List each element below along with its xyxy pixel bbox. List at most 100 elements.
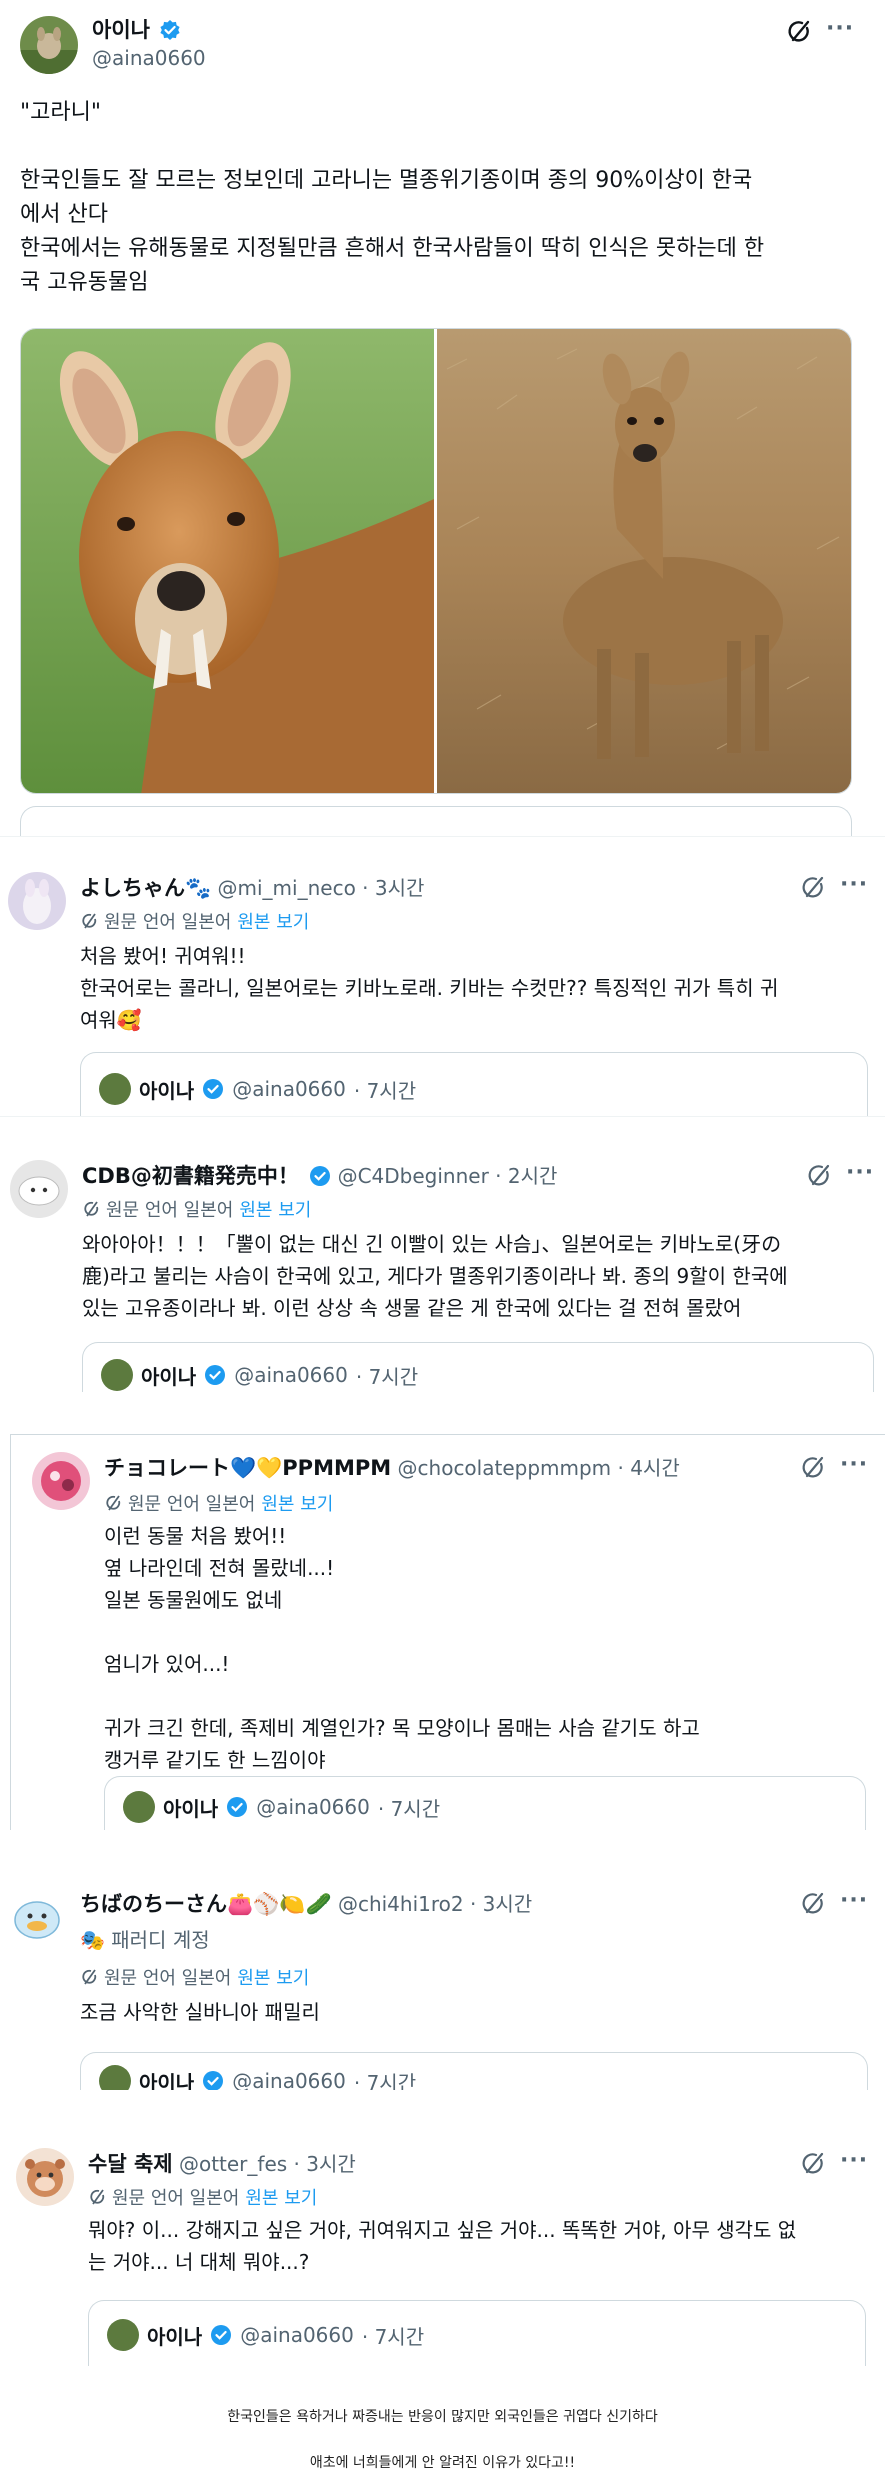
avatar[interactable] — [20, 16, 78, 74]
quoted-timestamp: · 7시간 — [353, 1078, 417, 1103]
quoted-timestamp: · 7시간 — [361, 2324, 425, 2349]
quoted-author-handle: @aina0660 — [232, 2069, 346, 2090]
reply-timestamp[interactable]: · 3시간 — [294, 2152, 356, 2176]
avatar — [99, 1073, 131, 1105]
verified-badge-icon — [227, 1797, 248, 1817]
reply-author-handle[interactable]: @mi_mi_neco — [218, 876, 356, 900]
translation-notice: 원문 언어 일본어 원본 보기 — [80, 908, 309, 934]
reply-author-name[interactable]: よしちゃん🐾 — [80, 876, 211, 900]
author-name-row: 아이나 — [92, 14, 181, 44]
reply-author-name[interactable]: ちばのちーさん👛⚾🍋🥒 — [80, 1892, 332, 1916]
avatar — [101, 1359, 133, 1391]
reply-author-handle[interactable]: @C4Dbeginner — [338, 1164, 489, 1188]
grok-icon[interactable] — [800, 874, 826, 900]
quoted-author-name: 아이나 — [139, 1078, 195, 1103]
quoted-author-handle: @aina0660 — [256, 1795, 370, 1819]
quoted-tweet[interactable]: 아이나 @aina0660 · 7시간 — [80, 1052, 868, 1116]
more-options-icon[interactable]: ··· — [840, 1452, 868, 1477]
quoted-tweet[interactable]: 아이나 @aina0660 · 7시간 — [82, 1342, 874, 1392]
reply-header: チョコレート💙💛PPMMPM @chocolateppmmpm · 4시간 — [104, 1452, 680, 1482]
show-original-link[interactable]: 원본 보기 — [237, 908, 309, 934]
verified-badge-icon — [203, 2071, 224, 2090]
verified-badge-icon — [205, 1365, 226, 1385]
avatar[interactable] — [8, 872, 66, 930]
translation-notice: 원문 언어 일본어 원본 보기 — [80, 1964, 309, 1990]
author-name[interactable]: 아이나 — [92, 18, 150, 42]
reply-text: 조금 사악한 실바니아 패밀리 — [80, 2000, 320, 2024]
avatar — [123, 1791, 155, 1823]
show-original-link[interactable]: 원본 보기 — [245, 2184, 317, 2210]
avatar — [99, 2065, 131, 2090]
translation-label: 원문 언어 일본어 — [112, 2188, 240, 2209]
translate-icon — [82, 1969, 97, 1985]
quoted-author-handle: @aina0660 — [232, 1077, 346, 1101]
translate-icon — [84, 1201, 99, 1217]
grok-icon[interactable] — [800, 2150, 826, 2176]
translation-notice: 원문 언어 일본어 원본 보기 — [88, 2184, 317, 2210]
translation-label: 원문 언어 일본어 — [106, 1200, 234, 1221]
reply-author-name[interactable]: チョコレート💙💛PPMMPM — [104, 1456, 391, 1480]
avatar — [107, 2319, 139, 2351]
translation-label: 원문 언어 일본어 — [104, 1968, 232, 1989]
quoted-author-name: 아이나 — [139, 2070, 195, 2091]
show-original-link[interactable]: 원본 보기 — [237, 1964, 309, 1990]
author-handle[interactable]: @aina0660 — [92, 46, 206, 70]
reply-timestamp[interactable]: · 3시간 — [470, 1892, 532, 1916]
water-deer-closeup-image[interactable] — [21, 329, 434, 794]
quoted-timestamp: · 7시간 — [353, 2070, 417, 2091]
reply-author-handle[interactable]: @chi4hi1ro2 — [338, 1892, 464, 1916]
reply-author-name[interactable]: 수달 축제 — [88, 2152, 173, 2176]
show-original-link[interactable]: 원본 보기 — [261, 1490, 333, 1516]
show-original-link[interactable]: 원본 보기 — [239, 1196, 311, 1222]
more-options-icon[interactable]: ··· — [840, 2148, 868, 2173]
quoted-author-name: 아이나 — [163, 1796, 219, 1821]
reply-timestamp[interactable]: · 2시간 — [495, 1164, 557, 1188]
more-options-icon[interactable]: ··· — [826, 16, 854, 41]
translation-notice: 원문 언어 일본어 원본 보기 — [104, 1490, 333, 1516]
translation-label: 원문 언어 일본어 — [104, 912, 232, 933]
reply-author-handle[interactable]: @chocolateppmmpm — [398, 1456, 612, 1480]
quoted-tweet[interactable]: 아이나 @aina0660 · 7시간 — [104, 1776, 866, 1830]
more-options-icon[interactable]: ··· — [840, 1888, 868, 1913]
reply-author-handle[interactable]: @otter_fes — [179, 2152, 287, 2176]
verified-badge-icon — [310, 1166, 331, 1186]
grok-icon[interactable] — [786, 18, 812, 44]
grok-icon[interactable] — [806, 1162, 832, 1188]
quoted-author-name: 아이나 — [141, 1364, 197, 1389]
reply-timestamp[interactable]: · 3시간 — [362, 876, 424, 900]
reply-timestamp[interactable]: · 4시간 — [618, 1456, 680, 1480]
reply-header: ちばのちーさん👛⚾🍋🥒 @chi4hi1ro2 · 3시간 — [80, 1888, 532, 1918]
reply-header: 수달 축제 @otter_fes · 3시간 — [88, 2148, 356, 2178]
quoted-tweet[interactable]: 아이나 @aina0660 · 7시간 — [88, 2300, 866, 2366]
quoted-tweet[interactable]: 아이나 @aina0660 · 7시간 — [80, 2052, 868, 2090]
translation-label: 원문 언어 일본어 — [128, 1494, 256, 1515]
quoted-author-handle: @aina0660 — [240, 2323, 354, 2347]
media-grid[interactable] — [20, 328, 852, 794]
translate-icon — [82, 913, 97, 929]
tweet-paragraph-2: 한국에서는 유해동물로 지정될만큼 흔해서 한국사람들이 딱히 인식은 못하는데… — [20, 236, 765, 295]
verified-badge-icon — [160, 20, 180, 40]
more-options-icon[interactable]: ··· — [840, 872, 868, 897]
translate-icon — [90, 2189, 105, 2205]
caption-line-2: 애초에 너희들에게 안 알려진 이유가 있다고!! — [309, 2455, 576, 2471]
tweet-title-line: "고라니" — [20, 100, 101, 125]
reply-text: 뭐야? 이... 강해지고 싶은 거야, 귀여워지고 싶은 거야... 똑똑한 … — [88, 2218, 797, 2274]
verified-badge-icon — [211, 2325, 232, 2345]
reply-header: CDB@初書籍発売中！ @C4Dbeginner · 2시간 — [82, 1160, 557, 1190]
quoted-timestamp: · 7시간 — [377, 1796, 441, 1821]
link-card-partial[interactable] — [20, 806, 852, 836]
reply-author-name[interactable]: CDB@初書籍発売中！ — [82, 1164, 299, 1188]
grok-icon[interactable] — [800, 1454, 826, 1480]
quoted-author-handle: @aina0660 — [234, 1363, 348, 1387]
more-options-icon[interactable]: ··· — [846, 1160, 874, 1185]
water-deer-standing-image[interactable] — [437, 329, 852, 794]
avatar[interactable] — [16, 2148, 74, 2206]
tweet-paragraph-1: 한국인들도 잘 모르는 정보인데 고라니는 멸종위기종이며 종의 90%이상이 … — [20, 168, 753, 227]
grok-icon[interactable] — [800, 1890, 826, 1916]
avatar[interactable] — [32, 1452, 90, 1510]
reply-header: よしちゃん🐾 @mi_mi_neco · 3시간 — [80, 872, 424, 902]
parody-account-badge: 🎭 패러디 계정 — [80, 1928, 210, 1952]
avatar[interactable] — [8, 1888, 66, 1946]
avatar[interactable] — [10, 1160, 68, 1218]
verified-badge-icon — [203, 1079, 224, 1099]
